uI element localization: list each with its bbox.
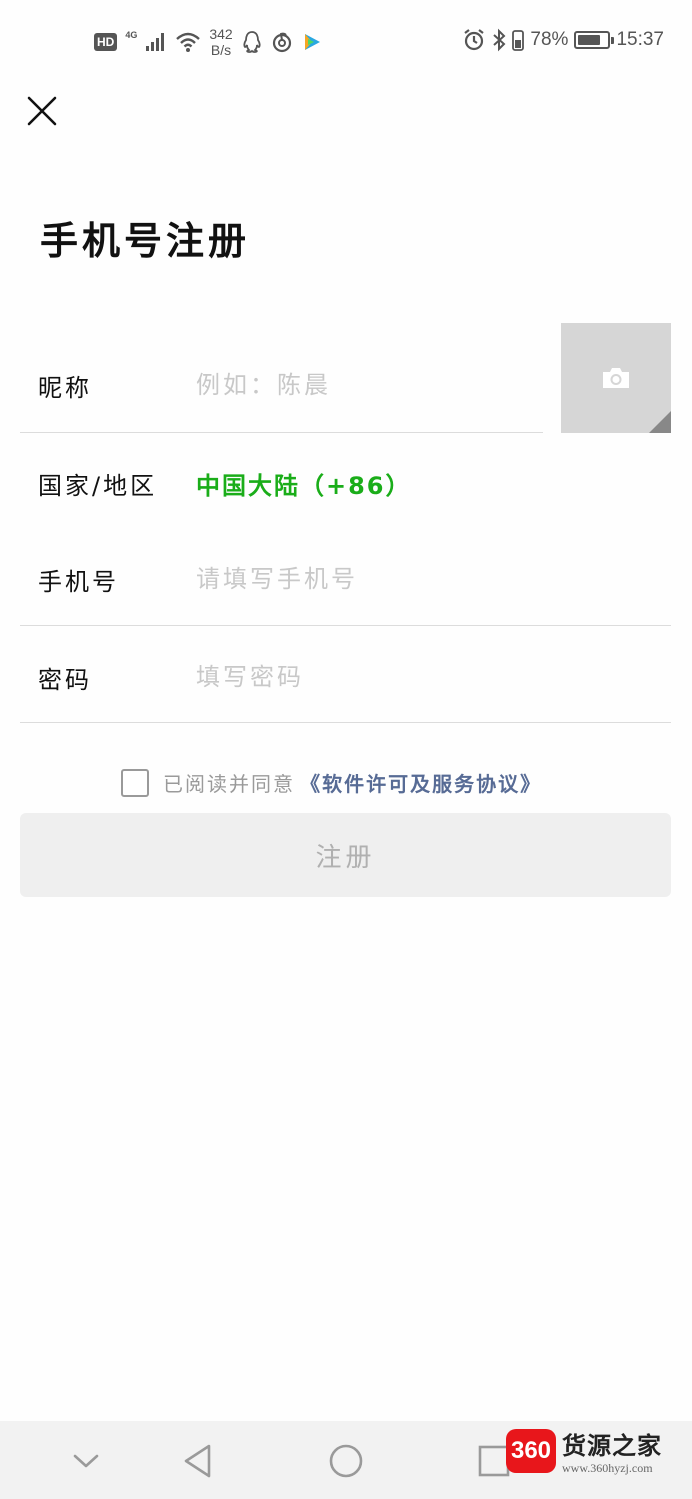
watermark-text: 货源之家 www.360hyzj.com: [562, 1426, 662, 1476]
region-row[interactable]: 国家/地区 中国大陆（+86）: [20, 458, 412, 508]
agreement-text: 已阅读并同意: [163, 772, 295, 796]
qq-icon: [243, 31, 261, 53]
avatar-corner-mark: [649, 411, 671, 433]
nav-home-button[interactable]: [326, 1441, 366, 1481]
register-button[interactable]: 注册: [20, 813, 671, 897]
back-triangle-icon: [184, 1444, 211, 1478]
agreement-sentence: 已阅读并同意 《软件许可及服务协议》: [163, 768, 542, 797]
watermark-logo: 360: [506, 1429, 556, 1473]
license-agreement-link[interactable]: 《软件许可及服务协议》: [300, 772, 542, 796]
signal-icon: [146, 33, 165, 51]
speed-value: 342: [209, 26, 233, 42]
status-right-group: 78% 15:37: [462, 28, 664, 52]
chevron-down-icon: [73, 1454, 99, 1468]
region-selector[interactable]: 中国大陆（+86）: [196, 466, 412, 501]
phone-divider: [20, 625, 671, 626]
page-title: 手机号注册: [40, 218, 251, 263]
camera-icon: [603, 368, 629, 388]
network-type: 4G: [125, 30, 138, 40]
nickname-label: 昵称: [38, 373, 92, 402]
status-bar: HD 4G 342 B/s 78% 15:37: [0, 0, 692, 86]
phone-battery-icon: [512, 30, 525, 51]
wifi-icon: [176, 32, 201, 52]
clock: 15:37: [616, 29, 664, 50]
home-circle-icon: [329, 1444, 363, 1478]
avatar-upload-button[interactable]: [561, 323, 671, 433]
hd-badge: HD: [94, 33, 118, 51]
phone-label: 手机号: [38, 567, 119, 596]
battery-fill: [578, 35, 601, 45]
agreement-row: 已阅读并同意 《软件许可及服务协议》: [121, 768, 542, 797]
nav-back-button[interactable]: [178, 1441, 218, 1481]
password-label: 密码: [38, 665, 92, 694]
region-label: 国家/地区: [38, 471, 158, 500]
status-left-group: HD 4G 342 B/s: [94, 26, 323, 58]
close-button[interactable]: [22, 92, 62, 132]
battery-icon: [574, 31, 615, 49]
video-app-icon: [304, 34, 320, 50]
password-row: 密码: [20, 652, 636, 702]
alarm-icon: [464, 29, 485, 51]
nickname-divider: [20, 432, 543, 433]
bluetooth-icon: [493, 28, 506, 52]
agreement-checkbox[interactable]: [121, 768, 149, 797]
phone-row: 手机号: [20, 554, 636, 604]
close-icon: [27, 96, 57, 126]
battery-percent: 78%: [530, 29, 569, 50]
password-input[interactable]: [196, 663, 636, 691]
network-speed: 342 B/s: [209, 26, 232, 58]
watermark-url: www.360hyzj.com: [562, 1461, 653, 1475]
nav-hide-button[interactable]: [66, 1441, 106, 1481]
site-watermark: 360 货源之家 www.360hyzj.com: [506, 1423, 686, 1479]
speed-unit: B/s: [210, 42, 232, 58]
password-divider: [20, 722, 671, 723]
watermark-name: 货源之家: [562, 1431, 662, 1460]
phone-input[interactable]: [196, 565, 636, 593]
nickname-input[interactable]: [196, 371, 516, 399]
nickname-row: 昵称: [20, 360, 516, 410]
netease-music-icon: [272, 32, 291, 53]
